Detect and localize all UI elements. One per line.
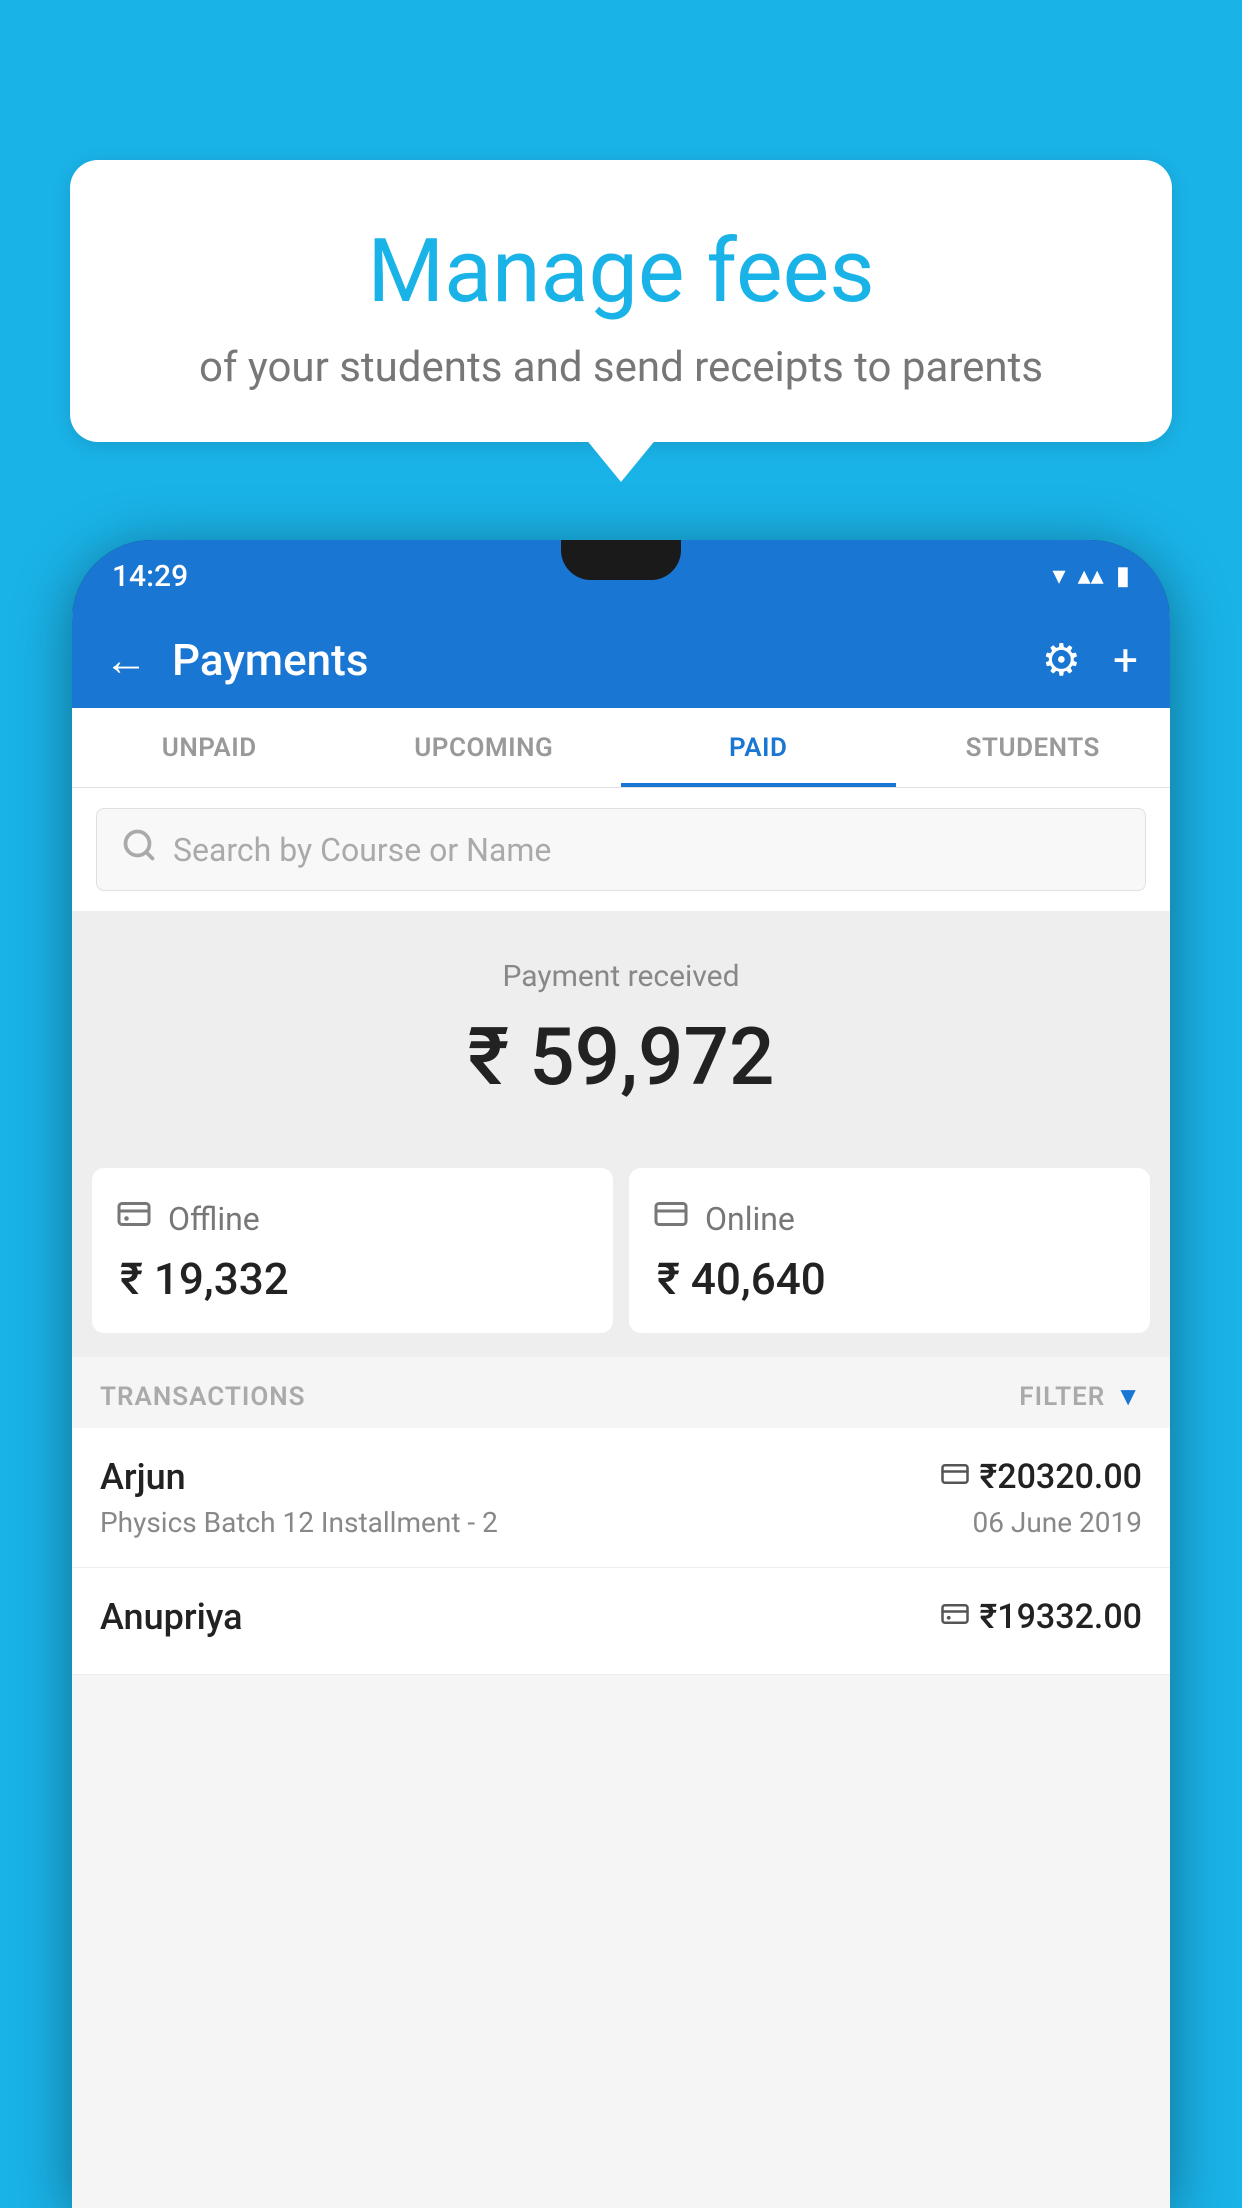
transaction-row-bottom: Physics Batch 12 Installment - 2 06 June…: [100, 1506, 1142, 1539]
filter-icon: ▼: [1115, 1381, 1142, 1412]
payment-cards: Offline ₹ 19,332 Online: [72, 1144, 1170, 1357]
status-time: 14:29: [112, 559, 188, 594]
add-icon[interactable]: +: [1113, 634, 1138, 686]
status-icons: ▾ ▴▴ ▮: [1053, 561, 1130, 591]
transaction-row-top: Anupriya ₹19332.00: [100, 1596, 1142, 1638]
app-content: ← Payments ⚙ + UNPAID UPCOMING PAID: [72, 612, 1170, 2208]
transaction-row[interactable]: Anupriya ₹19332.00: [72, 1568, 1170, 1675]
tooltip-subtext: of your students and send receipts to pa…: [130, 343, 1112, 392]
payment-summary: Payment received ₹ 59,972: [72, 911, 1170, 1144]
offline-payment-icon: [940, 1599, 970, 1636]
transaction-course: Physics Batch 12 Installment - 2: [100, 1506, 498, 1539]
wifi-icon: ▾: [1053, 561, 1066, 591]
phone-frame: 14:29 ▾ ▴▴ ▮ ← Payments ⚙ +: [72, 540, 1170, 2208]
transaction-amount-wrapper: ₹19332.00: [940, 1597, 1142, 1637]
filter-button[interactable]: FILTER ▼: [1019, 1381, 1142, 1412]
transaction-date: 06 June 2019: [972, 1506, 1142, 1539]
transaction-name: Arjun: [100, 1456, 186, 1498]
transaction-row-top: Arjun ₹20320.00: [100, 1456, 1142, 1498]
offline-card-header: Offline: [116, 1196, 589, 1241]
online-card-header: Online: [653, 1196, 1126, 1241]
online-label: Online: [705, 1200, 795, 1238]
tooltip-card: Manage fees of your students and send re…: [70, 160, 1172, 442]
background: Manage fees of your students and send re…: [0, 0, 1242, 2208]
header-left: ← Payments: [104, 634, 368, 686]
offline-icon: [116, 1196, 152, 1241]
filter-label: FILTER: [1019, 1382, 1105, 1412]
tab-students[interactable]: STUDENTS: [896, 708, 1171, 787]
search-container: Search by Course or Name: [72, 788, 1170, 911]
search-placeholder-text: Search by Course or Name: [173, 831, 551, 869]
tab-unpaid[interactable]: UNPAID: [72, 708, 347, 787]
offline-amount: ₹ 19,332: [116, 1253, 589, 1305]
tab-paid[interactable]: PAID: [621, 708, 896, 787]
tooltip-heading: Manage fees: [130, 220, 1112, 323]
transaction-amount: ₹20320.00: [980, 1457, 1142, 1497]
tabs-bar: UNPAID UPCOMING PAID STUDENTS: [72, 708, 1170, 788]
online-amount: ₹ 40,640: [653, 1253, 1126, 1305]
transactions-label: TRANSACTIONS: [100, 1382, 306, 1412]
status-bar: 14:29 ▾ ▴▴ ▮: [72, 540, 1170, 612]
offline-label: Offline: [168, 1200, 260, 1238]
transaction-amount-wrapper: ₹20320.00: [940, 1457, 1142, 1497]
transaction-row[interactable]: Arjun ₹20320.00 Physics Batch 12 Install…: [72, 1428, 1170, 1568]
page-title: Payments: [172, 634, 368, 686]
app-header: ← Payments ⚙ +: [72, 612, 1170, 708]
settings-icon[interactable]: ⚙: [1042, 634, 1081, 686]
payment-total-amount: ₹ 59,972: [96, 1010, 1146, 1104]
header-right: ⚙ +: [1042, 634, 1138, 686]
transaction-name: Anupriya: [100, 1596, 243, 1638]
offline-card: Offline ₹ 19,332: [92, 1168, 613, 1333]
signal-icon: ▴▴: [1078, 561, 1104, 591]
payment-received-label: Payment received: [96, 959, 1146, 994]
notch: [561, 540, 681, 580]
online-card: Online ₹ 40,640: [629, 1168, 1150, 1333]
online-icon: [653, 1196, 689, 1241]
search-icon: [121, 827, 157, 872]
transaction-amount: ₹19332.00: [980, 1597, 1142, 1637]
back-button[interactable]: ←: [104, 634, 148, 686]
search-box[interactable]: Search by Course or Name: [96, 808, 1146, 891]
tab-upcoming[interactable]: UPCOMING: [347, 708, 622, 787]
battery-icon: ▮: [1116, 561, 1130, 591]
transactions-header: TRANSACTIONS FILTER ▼: [72, 1357, 1170, 1428]
online-payment-icon: [940, 1459, 970, 1496]
